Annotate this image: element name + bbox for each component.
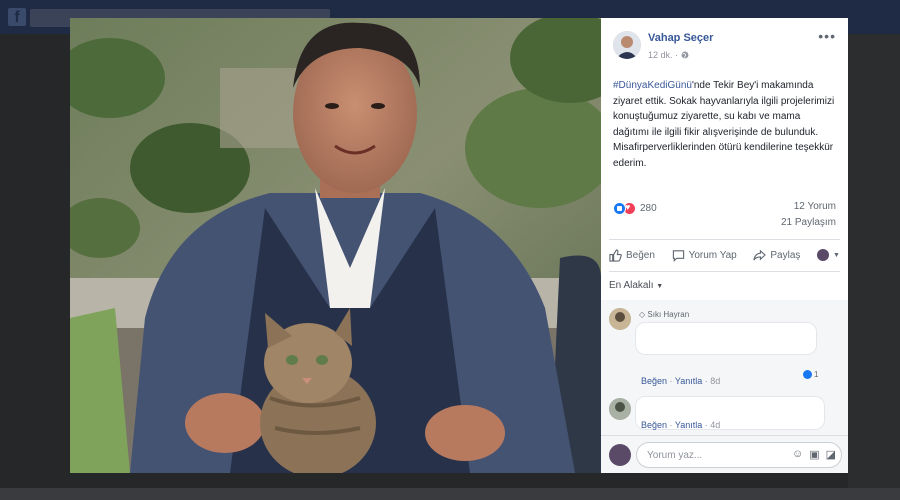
post-photo[interactable] bbox=[70, 18, 601, 473]
author-name[interactable]: Vahap Seçer bbox=[648, 32, 713, 44]
share-button[interactable]: Paylaş bbox=[753, 249, 800, 262]
dimmed-right-column bbox=[848, 34, 900, 500]
comment-actions: Beğen · Yanıtla · 4d bbox=[641, 420, 721, 430]
reactions-count: 280 bbox=[640, 202, 657, 214]
fan-badge: ◇ Sıkı Hayran bbox=[639, 310, 689, 319]
comments-section: ◇ Sıkı Hayran 1 Beğen · Yanıtla · 8d bbox=[601, 300, 848, 435]
divider bbox=[609, 271, 840, 272]
comment-bubble-icon bbox=[672, 249, 685, 262]
comments-count[interactable]: 12 Yorum bbox=[794, 201, 836, 212]
diamond-icon: ◇ bbox=[639, 310, 646, 319]
reactions-summary[interactable]: 280 bbox=[613, 200, 657, 216]
share-label: Paylaş bbox=[770, 249, 801, 261]
commenter-avatar[interactable] bbox=[609, 308, 631, 330]
emoji-icon[interactable]: ☺ bbox=[792, 448, 803, 461]
like-reaction-icon bbox=[803, 370, 812, 379]
photo-theater: Vahap Seçer 12 dk. · ••• #DünyaKediGünü'… bbox=[70, 18, 848, 473]
share-arrow-icon bbox=[753, 249, 767, 262]
chevron-down-icon: ▼ bbox=[833, 251, 840, 259]
composer-avatar bbox=[609, 444, 631, 466]
hashtag-link[interactable]: #DünyaKediGünü bbox=[613, 80, 692, 91]
reaction-as-selector[interactable]: ▼ bbox=[817, 249, 840, 261]
comment-time[interactable]: 4d bbox=[710, 420, 720, 430]
more-options-icon[interactable]: ••• bbox=[818, 28, 836, 44]
bottom-bar bbox=[0, 488, 900, 500]
comment-sort-dropdown[interactable]: En Alakalı ▼ bbox=[609, 280, 663, 291]
post-time[interactable]: 12 dk. bbox=[648, 50, 673, 60]
comment-button[interactable]: Yorum Yap bbox=[672, 249, 737, 262]
like-button[interactable]: Beğen bbox=[609, 248, 655, 262]
facebook-logo-icon: f bbox=[8, 8, 26, 26]
like-reaction-icon bbox=[613, 201, 626, 215]
commenter-avatar[interactable] bbox=[609, 398, 631, 420]
sort-label: En Alakalı bbox=[609, 280, 654, 291]
comment-reaction-count: 1 bbox=[814, 370, 819, 379]
comment-like-link[interactable]: Beğen bbox=[641, 376, 667, 386]
post-side-panel: Vahap Seçer 12 dk. · ••• #DünyaKediGünü'… bbox=[601, 18, 848, 473]
divider bbox=[609, 239, 840, 240]
comment-like-link[interactable]: Beğen bbox=[641, 420, 667, 430]
gif-icon[interactable]: ▣ bbox=[809, 448, 819, 461]
post-actions: Beğen Yorum Yap Paylaş ▼ bbox=[609, 242, 840, 268]
post-body: 'nde Tekir Bey'i makamında ziyaret ettik… bbox=[613, 80, 835, 169]
page-avatar-icon bbox=[817, 249, 830, 261]
post-text: #DünyaKediGünü'nde Tekir Bey'i makamında… bbox=[613, 78, 839, 171]
composer-icons: ☺ ▣ ◪ bbox=[792, 448, 836, 461]
photo-image bbox=[70, 18, 601, 473]
comment-time[interactable]: 8d bbox=[710, 376, 720, 386]
post-meta: 12 dk. · bbox=[648, 50, 689, 60]
thumbs-up-icon bbox=[609, 248, 622, 262]
author-avatar[interactable] bbox=[613, 31, 641, 59]
comment-reply-link[interactable]: Yanıtla bbox=[675, 420, 702, 430]
caret-down-icon: ▼ bbox=[656, 283, 664, 290]
shares-count[interactable]: 21 Paylaşım bbox=[781, 217, 836, 228]
comment-reply-link[interactable]: Yanıtla bbox=[675, 376, 702, 386]
comment-label: Yorum Yap bbox=[688, 249, 737, 261]
sticker-icon[interactable]: ◪ bbox=[826, 448, 836, 461]
comment-input-placeholder: Yorum yaz... bbox=[647, 450, 703, 461]
comment-bubble bbox=[635, 322, 817, 355]
comment-actions: Beğen · Yanıtla · 8d bbox=[641, 376, 721, 386]
globe-icon bbox=[681, 50, 689, 60]
comment-composer: Yorum yaz... ☺ ▣ ◪ bbox=[601, 435, 848, 473]
like-label: Beğen bbox=[626, 249, 655, 261]
fan-badge-label: Sıkı Hayran bbox=[647, 310, 690, 319]
comment-reaction[interactable]: 1 bbox=[803, 370, 818, 379]
